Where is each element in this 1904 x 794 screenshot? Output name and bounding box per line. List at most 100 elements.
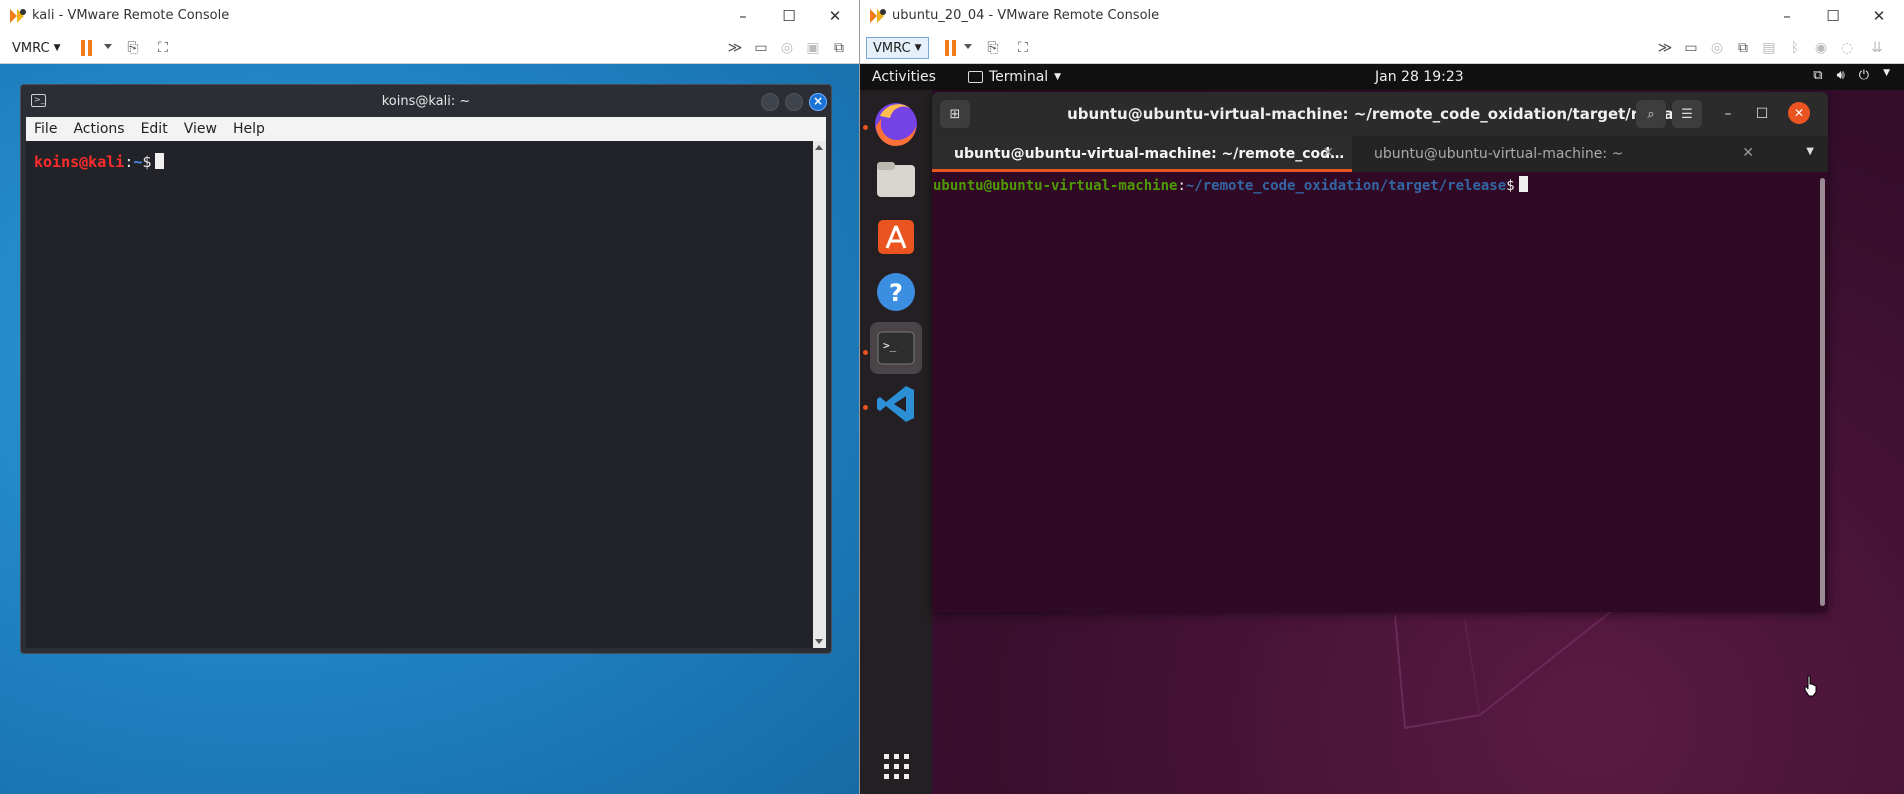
minimize-button[interactable]: – [1764,0,1810,32]
usb-icon[interactable]: ⇊ [1866,37,1888,59]
network-icon[interactable]: ⧉ [828,37,850,59]
floppy-icon[interactable]: ▣ [802,37,824,59]
terminal-icon[interactable]: >_ [870,322,922,374]
apps-grid-icon[interactable] [870,740,922,792]
sound-icon[interactable]: ◉ [1810,37,1832,59]
vmrc-label: VMRC [12,40,50,56]
minimize-button[interactable]: – [1714,100,1742,128]
terminal-scrollbar[interactable] [1820,178,1825,606]
vmrc-menu-button[interactable]: VMRC ▼ [6,37,67,59]
more-icon[interactable]: ≫ [1654,37,1676,59]
terminal-headerbar: ⊞ ubuntu@ubuntu-virtual-machine: ~/remot… [932,92,1828,136]
fullscreen-icon[interactable]: ⛶ [1012,37,1034,59]
svg-text:>_: >_ [883,339,897,352]
running-indicator [863,125,868,130]
prompt-user: ubuntu@ubuntu-virtual-machine [933,178,1178,194]
kali-minimize-button[interactable] [761,93,779,111]
kali-terminal-window: >_ koins@kali: ~ × File Actions Edit Vie… [20,84,832,654]
close-tab-icon[interactable]: ✕ [1742,145,1754,161]
removable-devices-icon[interactable]: ▭ [1680,37,1702,59]
menu-edit[interactable]: Edit [133,121,176,137]
ubuntu-vmrc-window: ubuntu_20_04 - VMware Remote Console – ☐… [860,0,1904,794]
files-icon[interactable] [870,154,922,206]
bluetooth-icon[interactable]: ᛒ [1784,37,1806,59]
menu-actions[interactable]: Actions [65,121,132,137]
fullscreen-icon[interactable]: ⛶ [152,37,174,59]
kali-scrollbar[interactable] [813,141,826,648]
hdd-icon[interactable]: ▤ [1758,37,1780,59]
tab-list-icon[interactable]: ▼ [1806,146,1814,157]
kali-terminal-title: koins@kali: ~ [381,94,471,109]
cd-icon[interactable]: ◎ [1706,37,1728,59]
menu-file[interactable]: File [26,121,65,137]
terminal-tabbar: ubuntu@ubuntu-virtual-machine: ~/remote_… [932,136,1828,172]
removable-devices-icon[interactable]: ▭ [750,37,772,59]
pause-dropdown-icon[interactable] [104,44,112,49]
maximize-button[interactable]: ☐ [1748,100,1776,128]
vmrc-menu-button[interactable]: VMRC ▼ [866,37,929,59]
kali-vmrc-window: kali - VMware Remote Console – ☐ ✕ VMRC … [0,0,860,794]
software-icon[interactable] [870,210,922,262]
minimize-button[interactable]: – [720,0,766,32]
vmrc-label: VMRC [873,40,911,56]
ubuntu-desktop: Activities Terminal ▼ Jan 28 19:23 ⧉ 🔊︎ … [860,64,1904,794]
prompt-separator: : [1177,178,1186,194]
menu-help[interactable]: Help [225,121,273,137]
pause-icon[interactable] [80,40,94,56]
running-indicator [863,405,868,410]
tab-label: ubuntu@ubuntu-virtual-machine: ~ [1374,146,1624,162]
gnome-topbar: Activities Terminal ▼ Jan 28 19:23 ⧉ 🔊︎ … [860,64,1904,90]
volume-icon: 🔊︎ [1836,68,1845,83]
vmware-logo-icon [870,9,886,23]
chevron-down-icon: ▼ [914,43,922,53]
app-menu[interactable]: Terminal ▼ [968,69,1061,85]
close-button[interactable]: ✕ [1788,102,1810,124]
network-icon: ⧉ [1813,68,1823,83]
maximize-button[interactable]: ☐ [766,0,812,32]
close-tab-icon[interactable]: ✕ [1322,145,1334,161]
hamburger-menu-button[interactable]: ☰ [1672,100,1702,128]
send-ctrl-alt-del-icon[interactable]: ⎘ [982,37,1004,59]
kali-vmrc-titlebar: kali - VMware Remote Console – ☐ ✕ [0,0,859,32]
prompt-symbol: $ [142,153,152,171]
system-tray[interactable]: ⧉ 🔊︎ ⏻ ▼ [1813,68,1890,83]
firefox-icon[interactable] [870,98,922,150]
menu-view[interactable]: View [176,121,225,137]
close-button[interactable]: ✕ [1856,0,1902,32]
pause-dropdown-icon[interactable] [964,44,972,49]
kali-maximize-button[interactable] [785,93,803,111]
maximize-button[interactable]: ☐ [1810,0,1856,32]
camera-icon[interactable]: ◌ [1836,37,1858,59]
hand-pointer-icon [1804,675,1817,697]
network-icon[interactable]: ⧉ [1732,37,1754,59]
kali-close-button[interactable]: × [809,93,827,111]
kali-desktop: >_ koins@kali: ~ × File Actions Edit Vie… [0,64,859,794]
ubuntu-terminal-output[interactable]: ubuntu@ubuntu-virtual-machine:~/remote_c… [932,172,1816,612]
kali-terminal-output[interactable]: koins@kali:~$ [26,141,813,648]
vmrc-toolbar: VMRC ▼ ⎘ ⛶ ≫ ▭ ◎ ▣ ⧉ [0,32,859,64]
kali-terminal-titlebar: >_ koins@kali: ~ × [21,85,831,117]
ubuntu-terminal-window: ⊞ ubuntu@ubuntu-virtual-machine: ~/remot… [932,92,1828,612]
close-button[interactable]: ✕ [812,0,858,32]
running-indicator [863,350,868,355]
help-icon[interactable]: ? [870,266,922,318]
activities-button[interactable]: Activities [872,69,936,85]
tab-release[interactable]: ubuntu@ubuntu-virtual-machine: ~/remote_… [932,136,1352,172]
svg-text:?: ? [889,279,903,307]
chevron-down-icon: ▼ [1054,72,1062,82]
text-cursor [155,153,165,169]
send-ctrl-alt-del-icon[interactable]: ⎘ [122,37,144,59]
prompt-path: ~/remote_code_oxidation/target/release [1185,178,1507,194]
clock[interactable]: Jan 28 19:23 [1375,69,1464,85]
ubuntu-dock: ? >_ [860,90,932,794]
cd-icon[interactable]: ◎ [776,37,798,59]
prompt-separator: : [124,153,134,171]
vscode-icon[interactable] [870,378,922,430]
tab-label: ubuntu@ubuntu-virtual-machine: ~/remote_… [954,146,1345,162]
vmrc-toolbar: VMRC ▼ ⎘ ⛶ ≫ ▭ ◎ ⧉ ▤ ᛒ ◉ ◌ ⇊ [860,32,1904,64]
pause-icon[interactable] [944,40,958,56]
search-button[interactable]: ⌕ [1636,100,1666,128]
tab-home[interactable]: ubuntu@ubuntu-virtual-machine: ~ ✕ [1352,136,1772,172]
more-icon[interactable]: ≫ [724,37,746,59]
ubuntu-vmrc-titlebar: ubuntu_20_04 - VMware Remote Console – ☐… [860,0,1904,32]
